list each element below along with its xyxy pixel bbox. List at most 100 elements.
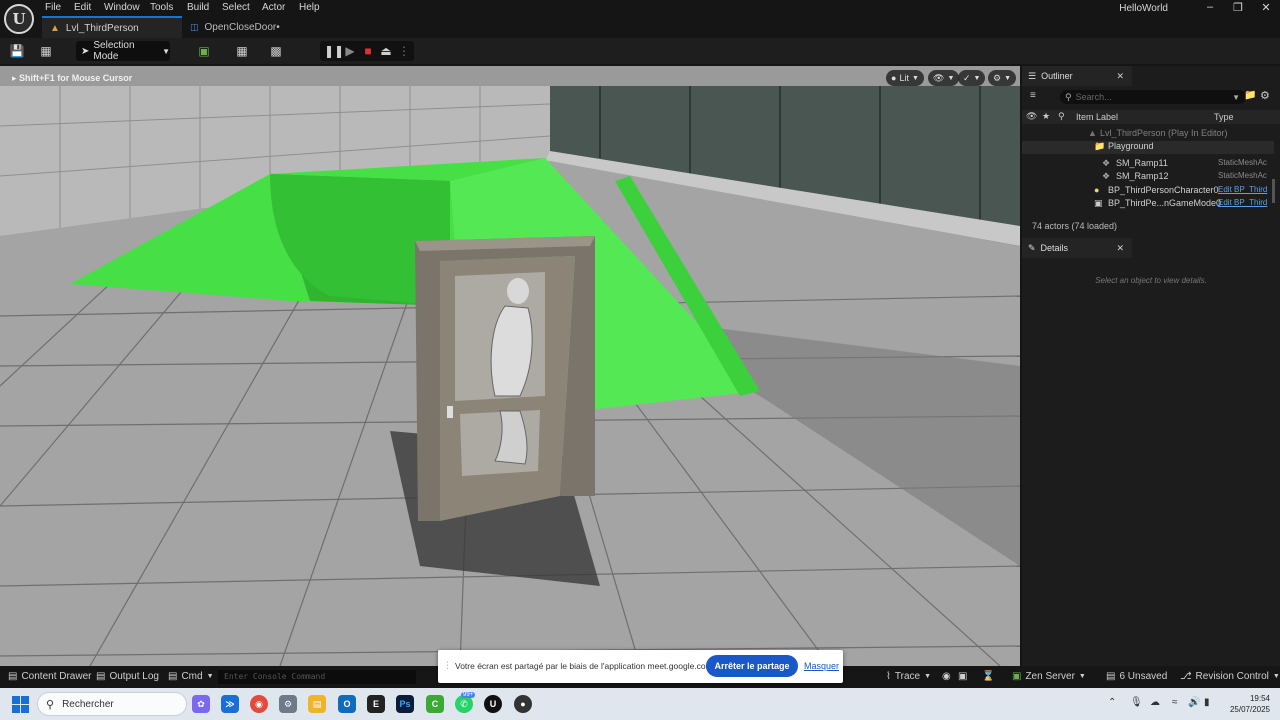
menu-select[interactable]: Select <box>222 2 250 13</box>
menu-window[interactable]: Window <box>104 2 140 13</box>
favorite-star-icon[interactable]: ★ <box>1042 111 1050 122</box>
unreal-logo-icon[interactable]: U <box>4 4 34 34</box>
save-icon[interactable]: 💾 <box>9 43 25 59</box>
cinematics-icon[interactable]: ▩ <box>268 43 284 59</box>
static-mesh-icon: ❖ <box>1102 158 1111 168</box>
vscode-icon[interactable]: ≫ <box>221 695 239 713</box>
menu-help[interactable]: Help <box>299 2 320 13</box>
pawn-icon: ● <box>1094 185 1100 195</box>
unsaved-icon: ▤ <box>1106 671 1116 682</box>
blueprint-menu-icon[interactable]: ▦ <box>234 43 250 59</box>
minimize-icon[interactable]: – <box>1200 1 1220 15</box>
tree-row-mesh[interactable]: ❖ SM_Ramp12 StaticMeshAc <box>1022 171 1274 184</box>
screenshot-icon[interactable]: ▣ <box>958 671 967 682</box>
taskbar-search[interactable]: ⚲ Rechercher <box>37 692 187 716</box>
unsaved-button[interactable]: ▤ 6 Unsaved <box>1106 671 1167 682</box>
chrome-icon[interactable]: ◉ <box>250 695 268 713</box>
revision-control-button[interactable]: ⎇ Revision Control ▼ <box>1180 671 1280 682</box>
window-title: HelloWorld <box>1119 3 1168 14</box>
show-flags-button[interactable]: 👁 ▼ <box>928 70 960 86</box>
file-explorer-icon[interactable]: ▤ <box>308 695 326 713</box>
outliner-title: Outliner <box>1041 71 1073 81</box>
settings-icon[interactable]: ⚙ <box>279 695 297 713</box>
tray-chevron-icon[interactable]: ⌃ <box>1108 697 1116 708</box>
close-icon[interactable]: ✕ <box>1256 1 1276 15</box>
epic-games-icon[interactable]: E <box>367 695 385 713</box>
column-type[interactable]: Type <box>1214 112 1234 122</box>
battery-icon[interactable]: ▮ <box>1204 697 1210 708</box>
static-mesh-icon: ❖ <box>1102 171 1111 181</box>
camtasia-icon[interactable]: C <box>426 695 444 713</box>
screen-share-banner: ⋮ Votre écran est partagé par le biais d… <box>438 650 843 683</box>
tab-level[interactable]: ▲ Lvl_ThirdPerson <box>42 16 182 38</box>
add-actor-icon[interactable]: ▣ <box>196 43 212 59</box>
menu-file[interactable]: File <box>45 2 61 13</box>
volume-icon[interactable]: 🔊 <box>1188 697 1200 708</box>
filter-icon[interactable]: ≡ <box>1030 90 1036 101</box>
eye-icon: 👁 <box>933 72 945 83</box>
copilot-icon[interactable]: ✿ <box>192 695 210 713</box>
menu-edit[interactable]: Edit <box>74 2 91 13</box>
selection-mode-button[interactable]: ➤ Selection Mode ▼ <box>76 40 170 62</box>
outliner-search-input[interactable]: ⚲ Search... ▼ <box>1060 90 1246 104</box>
eject-icon[interactable]: ⏏ <box>378 43 394 59</box>
outliner-scrollbar[interactable] <box>1272 179 1275 203</box>
add-folder-icon[interactable]: 📁 <box>1244 90 1256 101</box>
tree-row-mesh[interactable]: ❖ SM_Ramp11 StaticMeshAc <box>1022 158 1274 171</box>
tree-row-type: StaticMeshAc <box>1218 158 1267 167</box>
tree-row-gamemode[interactable]: ▣ BP_ThirdPe...nGameMode0 Edit BP_Third <box>1022 198 1274 211</box>
visibility-eye-icon[interactable]: 👁 <box>1026 111 1037 122</box>
settings-gear-icon[interactable]: ⚙ <box>1260 89 1270 102</box>
photoshop-icon[interactable]: Ps <box>396 695 414 713</box>
zen-server-button[interactable]: ▣ Zen Server ▼ <box>1012 671 1086 682</box>
tab-outliner[interactable]: ☰ Outliner ✕ <box>1022 66 1132 86</box>
hide-banner-link[interactable]: Masquer <box>804 661 839 671</box>
menu-build[interactable]: Build <box>187 2 209 13</box>
pin-icon[interactable]: ⚲ <box>1058 111 1065 122</box>
browse-icon[interactable]: ▦ <box>38 43 54 59</box>
tree-row-folder[interactable]: 📁 Playground <box>1022 141 1274 154</box>
stop-icon[interactable]: ■ <box>360 43 376 59</box>
actor-count: 74 actors (74 loaded) <box>1032 221 1118 231</box>
windows-taskbar: ⚲ Rechercher ✿ ≫ ◉ ⚙ ▤ O E Ps C ✆ 99+ U … <box>0 688 1280 720</box>
trace-button[interactable]: ⌇ Trace ▼ <box>886 671 931 682</box>
microphone-icon[interactable]: 🎙 <box>1130 697 1143 708</box>
level-viewport[interactable]: ▸ Shift+F1 for Mouse Cursor ● Lit ▼ 👁 ▼ … <box>0 66 1020 666</box>
output-log-button[interactable]: ▤ Output Log <box>96 671 159 682</box>
tab-details[interactable]: ✎ Details ✕ <box>1022 238 1132 258</box>
tree-row-world[interactable]: ▲ Lvl_ThirdPerson (Play In Editor) <box>1022 128 1274 141</box>
resume-icon[interactable]: ▶ <box>342 43 358 59</box>
performance-button[interactable]: ✓ ▼ <box>958 70 986 86</box>
obs-icon[interactable]: ● <box>514 695 532 713</box>
console-command-input[interactable]: Enter Console Command <box>218 670 416 684</box>
hourglass-icon[interactable]: ⌛ <box>982 671 994 682</box>
tree-row-character[interactable]: ● BP_ThirdPersonCharacter0 Edit BP_Third <box>1022 185 1274 198</box>
unreal-engine-icon[interactable]: U <box>484 695 502 713</box>
drag-handle-icon[interactable]: ⋮ <box>443 660 452 671</box>
tab-blueprint[interactable]: ◫ OpenCloseDoor• <box>182 16 352 38</box>
column-item-label[interactable]: Item Label <box>1076 112 1118 122</box>
content-drawer-button[interactable]: ▤ Content Drawer <box>8 671 91 682</box>
outlook-icon[interactable]: O <box>338 695 356 713</box>
record-icon[interactable]: ◉ <box>942 671 951 682</box>
wifi-icon[interactable]: ≈ <box>1172 697 1178 708</box>
menu-actor[interactable]: Actor <box>262 2 285 13</box>
windows-start-icon[interactable] <box>12 696 29 713</box>
edit-blueprint-link[interactable]: Edit BP_Third <box>1218 185 1274 194</box>
cmd-button[interactable]: ▤ Cmd ▼ <box>168 671 214 682</box>
network-tray-icon[interactable]: ☁ <box>1150 697 1160 708</box>
viewport-settings-button[interactable]: ⚙ ▼ <box>988 70 1017 86</box>
close-icon[interactable]: ✕ <box>1116 243 1124 254</box>
maximize-icon[interactable]: ❐ <box>1228 1 1248 15</box>
edit-blueprint-link[interactable]: Edit BP_Third <box>1218 198 1274 207</box>
lit-mode-button[interactable]: ● Lit ▼ <box>886 70 924 86</box>
details-icon: ✎ <box>1028 242 1036 253</box>
clock[interactable]: 19:54 25/07/2025 <box>1230 693 1270 715</box>
menu-tools[interactable]: Tools <box>150 2 173 13</box>
pause-icon[interactable]: ❚❚ <box>324 43 344 59</box>
stop-sharing-button[interactable]: Arrêter le partage <box>706 655 798 677</box>
tree-row-label: BP_ThirdPersonCharacter0 <box>1108 185 1219 195</box>
sphere-icon: ● <box>891 73 897 83</box>
more-options-icon[interactable]: ⋮ <box>396 43 412 59</box>
close-icon[interactable]: ✕ <box>1116 71 1124 82</box>
